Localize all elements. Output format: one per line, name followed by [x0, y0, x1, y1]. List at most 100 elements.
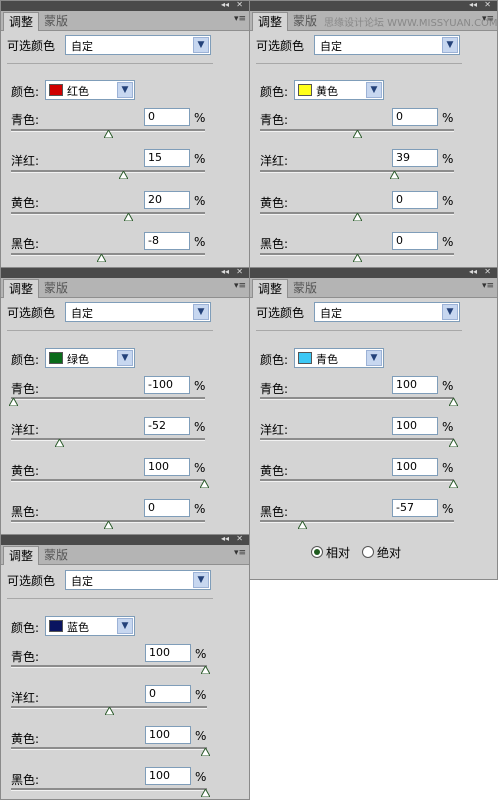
black-slider-handle[interactable]: [97, 254, 106, 262]
yellow-slider-handle[interactable]: [353, 213, 362, 221]
close-icon[interactable]: ✕: [484, 268, 491, 277]
magenta-slider-track[interactable]: [11, 170, 205, 173]
magenta-slider-handle[interactable]: [55, 439, 64, 447]
yellow-slider-track[interactable]: [11, 747, 207, 750]
chevron-down-icon[interactable]: ▼: [442, 37, 458, 53]
black-slider-track[interactable]: [11, 253, 205, 256]
black-input[interactable]: -57: [392, 499, 438, 517]
chevron-down-icon[interactable]: ▼: [193, 572, 209, 588]
black-slider-handle[interactable]: [104, 521, 113, 529]
black-slider-handle[interactable]: [201, 789, 210, 797]
yellow-input[interactable]: 100: [144, 458, 190, 476]
collapse-icon[interactable]: ◂◂: [221, 1, 229, 10]
panel-menu-icon[interactable]: ▾≡: [482, 14, 494, 24]
preset-select[interactable]: 自定 ▼: [65, 35, 211, 55]
magenta-slider-track[interactable]: [260, 170, 454, 173]
chevron-down-icon[interactable]: ▼: [366, 82, 382, 98]
method-absolute-label[interactable]: 绝对: [377, 544, 401, 561]
collapse-icon[interactable]: ◂◂: [221, 535, 229, 544]
chevron-down-icon[interactable]: ▼: [117, 82, 133, 98]
tab-masks[interactable]: 蒙版: [288, 12, 322, 30]
yellow-input[interactable]: 0: [392, 191, 438, 209]
tab-adjustments[interactable]: 调整: [3, 546, 40, 565]
yellow-input[interactable]: 100: [392, 458, 438, 476]
magenta-input[interactable]: 39: [392, 149, 438, 167]
cyan-slider-handle[interactable]: [104, 130, 113, 138]
tab-masks[interactable]: 蒙版: [39, 279, 73, 297]
cyan-slider-handle[interactable]: [353, 130, 362, 138]
method-absolute-radio[interactable]: [362, 546, 374, 558]
cyan-input[interactable]: 100: [145, 644, 191, 662]
preset-select[interactable]: 自定 ▼: [65, 302, 211, 322]
chevron-down-icon[interactable]: ▼: [366, 350, 382, 366]
yellow-slider-handle[interactable]: [449, 480, 458, 488]
cyan-slider-handle[interactable]: [9, 398, 18, 406]
magenta-input[interactable]: 0: [145, 685, 191, 703]
cyan-slider-track[interactable]: [260, 397, 454, 400]
magenta-slider-handle[interactable]: [105, 707, 114, 715]
tab-masks[interactable]: 蒙版: [288, 279, 322, 297]
black-input[interactable]: 100: [145, 767, 191, 785]
yellow-input[interactable]: 100: [145, 726, 191, 744]
black-slider-handle[interactable]: [353, 254, 362, 262]
magenta-slider-handle[interactable]: [119, 171, 128, 179]
panel-menu-icon[interactable]: ▾≡: [234, 14, 246, 24]
panel-menu-icon[interactable]: ▾≡: [234, 548, 246, 558]
tab-adjustments[interactable]: 调整: [3, 12, 40, 31]
tab-masks[interactable]: 蒙版: [39, 546, 73, 564]
yellow-slider-track[interactable]: [11, 479, 205, 482]
preset-select[interactable]: 自定 ▼: [314, 302, 460, 322]
magenta-slider-handle[interactable]: [449, 439, 458, 447]
tab-adjustments[interactable]: 调整: [252, 279, 289, 298]
panel-menu-icon[interactable]: ▾≡: [482, 281, 494, 291]
cyan-slider-track[interactable]: [11, 665, 207, 668]
cyan-input[interactable]: -100: [144, 376, 190, 394]
collapse-icon[interactable]: ◂◂: [469, 268, 477, 277]
chevron-down-icon[interactable]: ▼: [117, 618, 133, 634]
panel-menu-icon[interactable]: ▾≡: [234, 281, 246, 291]
magenta-slider-track[interactable]: [260, 438, 454, 441]
black-input[interactable]: -8: [144, 232, 190, 250]
tab-adjustments[interactable]: 调整: [252, 12, 289, 31]
magenta-slider-track[interactable]: [11, 438, 205, 441]
cyan-input[interactable]: 0: [144, 108, 190, 126]
chevron-down-icon[interactable]: ▼: [193, 304, 209, 320]
black-input[interactable]: 0: [392, 232, 438, 250]
method-relative-label[interactable]: 相对: [326, 544, 350, 561]
cyan-input[interactable]: 100: [392, 376, 438, 394]
close-icon[interactable]: ✕: [484, 1, 491, 10]
preset-select[interactable]: 自定 ▼: [65, 570, 211, 590]
black-slider-handle[interactable]: [298, 521, 307, 529]
magenta-input[interactable]: 100: [392, 417, 438, 435]
color-select[interactable]: 黄色 ▼: [294, 80, 384, 100]
cyan-slider-track[interactable]: [11, 397, 205, 400]
chevron-down-icon[interactable]: ▼: [442, 304, 458, 320]
magenta-input[interactable]: 15: [144, 149, 190, 167]
tab-adjustments[interactable]: 调整: [3, 279, 40, 298]
black-slider-track[interactable]: [260, 520, 454, 523]
magenta-input[interactable]: -52: [144, 417, 190, 435]
color-select[interactable]: 蓝色 ▼: [45, 616, 135, 636]
cyan-slider-handle[interactable]: [201, 666, 210, 674]
color-select[interactable]: 青色 ▼: [294, 348, 384, 368]
chevron-down-icon[interactable]: ▼: [117, 350, 133, 366]
magenta-slider-handle[interactable]: [390, 171, 399, 179]
close-icon[interactable]: ✕: [236, 1, 243, 10]
yellow-slider-handle[interactable]: [200, 480, 209, 488]
preset-select[interactable]: 自定 ▼: [314, 35, 460, 55]
collapse-icon[interactable]: ◂◂: [221, 268, 229, 277]
yellow-slider-handle[interactable]: [201, 748, 210, 756]
method-relative-radio[interactable]: [311, 546, 323, 558]
black-input[interactable]: 0: [144, 499, 190, 517]
yellow-slider-track[interactable]: [11, 212, 205, 215]
cyan-input[interactable]: 0: [392, 108, 438, 126]
tab-masks[interactable]: 蒙版: [39, 12, 73, 30]
yellow-input[interactable]: 20: [144, 191, 190, 209]
collapse-icon[interactable]: ◂◂: [469, 1, 477, 10]
color-select[interactable]: 绿色 ▼: [45, 348, 135, 368]
color-select[interactable]: 红色 ▼: [45, 80, 135, 100]
close-icon[interactable]: ✕: [236, 268, 243, 277]
cyan-slider-handle[interactable]: [449, 398, 458, 406]
close-icon[interactable]: ✕: [236, 535, 243, 544]
yellow-slider-handle[interactable]: [124, 213, 133, 221]
